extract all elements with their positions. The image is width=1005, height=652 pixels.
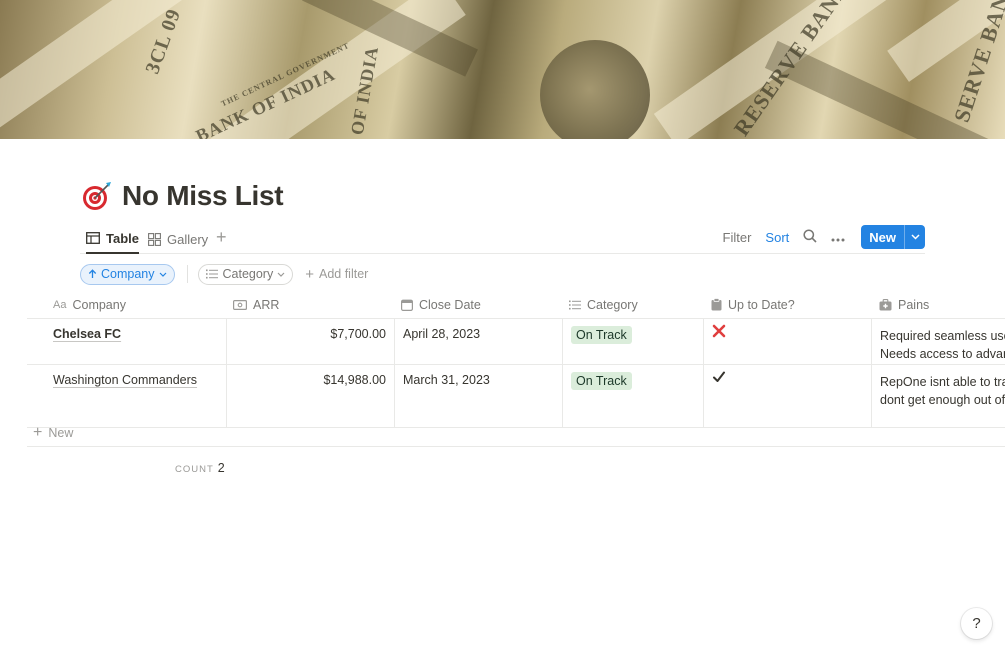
count-label: COUNT (175, 464, 214, 475)
chevron-down-icon (159, 272, 167, 277)
add-filter-label: Add filter (319, 267, 369, 281)
tab-gallery[interactable]: Gallery (148, 224, 208, 254)
divider (186, 265, 188, 283)
status-badge: On Track (571, 326, 632, 344)
arr-cell[interactable]: $7,700.00 (226, 319, 394, 364)
table-row[interactable]: Chelsea FC $7,700.00 April 28, 2023 On T… (27, 319, 1005, 365)
column-header-close-date[interactable]: Close Date (375, 290, 542, 319)
pains-line: dont get enough out of (880, 393, 1005, 407)
first-aid-kit-icon (879, 298, 892, 311)
help-button[interactable]: ? (961, 608, 992, 639)
column-header-arr[interactable]: ARR (207, 290, 375, 319)
add-row-button[interactable]: + New (27, 420, 1005, 447)
text-property-icon: Aa (53, 298, 67, 311)
check-mark-icon (712, 370, 726, 384)
cross-mark-icon (712, 324, 726, 338)
add-view-icon[interactable]: + (216, 227, 227, 248)
column-header-up-to-date[interactable]: Up to Date? (685, 290, 852, 319)
pains-line: Needs access to advanc (880, 347, 1005, 361)
pains-cell[interactable]: Required seamless user Needs access to a… (871, 319, 1005, 364)
page-header: No Miss List (80, 178, 284, 214)
company-name[interactable]: Washington Commanders (53, 373, 197, 387)
status-badge: On Track (571, 372, 632, 390)
chevron-down-icon (277, 272, 285, 277)
new-button-label[interactable]: New (861, 225, 905, 249)
add-filter-button[interactable]: + Add filter (305, 266, 368, 283)
page-title[interactable]: No Miss List (122, 180, 284, 212)
target-dart-icon[interactable] (80, 180, 112, 212)
chevron-down-icon[interactable] (905, 225, 925, 249)
pains-cell[interactable]: RepOne isnt able to trac dont get enough… (871, 365, 1005, 427)
arr-cell[interactable]: $14,988.00 (226, 365, 394, 427)
category-filter-pill[interactable]: Category (197, 263, 294, 285)
company-name[interactable]: Chelsea FC (53, 327, 121, 341)
cover-image: 3CL 09 OF INDIA BANK OF INDIA THE CENTRA… (0, 0, 1005, 139)
column-header-company[interactable]: Aa Company (27, 290, 226, 319)
pains-line: RepOne isnt able to trac (880, 375, 1005, 389)
clipboard-icon (711, 298, 722, 311)
category-cell[interactable]: On Track (562, 365, 703, 427)
sort-pill[interactable]: Company (80, 263, 175, 285)
filter-row: Company Category + Add filter (80, 263, 368, 285)
table-icon (86, 232, 100, 244)
table-row[interactable]: Washington Commanders $14,988.00 March 3… (27, 365, 1005, 428)
money-icon (233, 299, 247, 310)
new-button[interactable]: New (861, 225, 925, 249)
table-header: Aa Company ARR Close Date Category Up to… (27, 290, 1005, 319)
calendar-icon (401, 299, 413, 311)
company-cell[interactable]: Washington Commanders (27, 365, 226, 427)
sort-pill-label: Company (101, 267, 155, 281)
sort-button[interactable]: Sort (765, 230, 789, 245)
banknote-portrait (540, 40, 650, 139)
view-tools: Filter Sort New (709, 224, 925, 250)
up-to-date-cell[interactable] (703, 319, 871, 364)
column-header-pains[interactable]: Pains (853, 290, 1005, 319)
tab-table[interactable]: Table (86, 224, 139, 254)
tab-label: Table (106, 230, 139, 246)
filter-button[interactable]: Filter (723, 230, 752, 245)
add-row-label: New (48, 426, 74, 440)
search-icon[interactable] (803, 228, 817, 246)
pains-line: Required seamless user (880, 329, 1005, 343)
plus-icon: + (305, 265, 314, 283)
up-to-date-cell[interactable] (703, 365, 871, 427)
close-date-cell[interactable]: March 31, 2023 (394, 365, 562, 427)
category-pill-label: Category (222, 267, 274, 281)
list-icon (205, 269, 218, 279)
category-cell[interactable]: On Track (562, 319, 703, 364)
arrow-up-icon (88, 269, 97, 279)
close-date-cell[interactable]: April 28, 2023 (394, 319, 562, 364)
count-value: 2 (217, 461, 225, 475)
gallery-icon (148, 232, 161, 246)
more-options-icon[interactable] (831, 230, 845, 245)
column-header-category[interactable]: Category (543, 290, 684, 319)
count-summary[interactable]: COUNT 2 (175, 461, 225, 475)
plus-icon: + (33, 424, 43, 441)
help-label: ? (972, 615, 981, 632)
tab-label: Gallery (167, 231, 209, 247)
company-cell[interactable]: Chelsea FC (27, 319, 226, 364)
list-icon (569, 300, 581, 310)
views-bar: Table Gallery + Filter Sort New (80, 224, 925, 254)
